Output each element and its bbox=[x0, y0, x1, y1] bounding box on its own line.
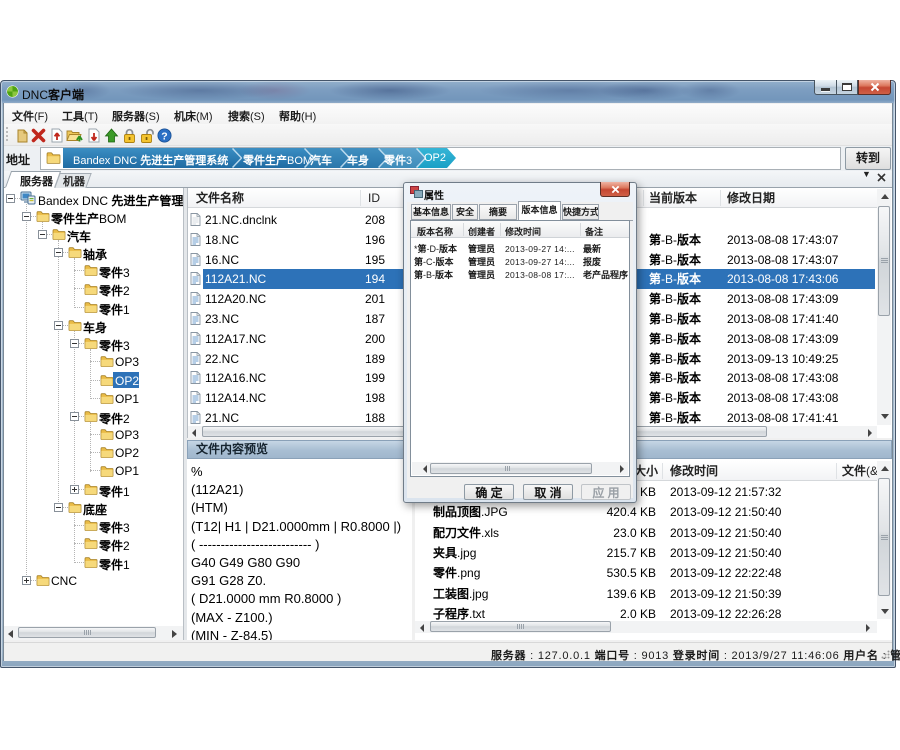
svg-text:?: ? bbox=[161, 130, 167, 142]
